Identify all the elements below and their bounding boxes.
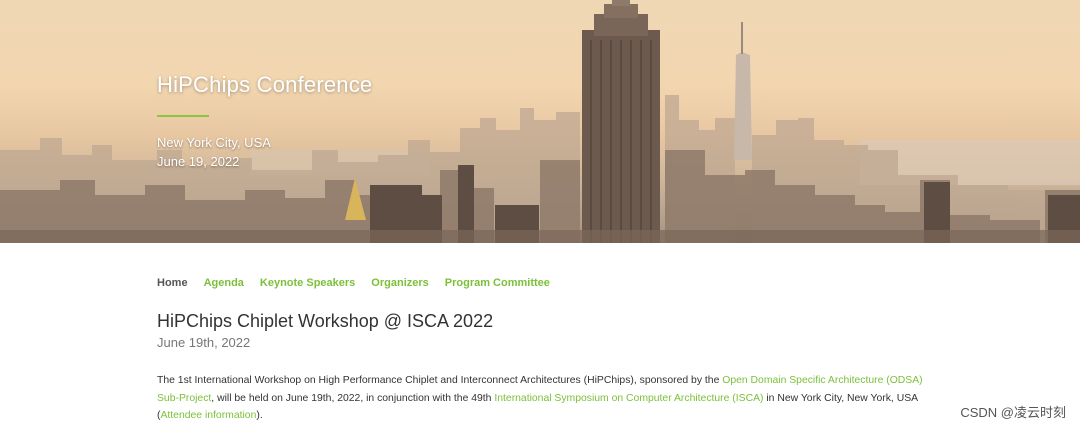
page-title: HiPChips Chiplet Workshop @ ISCA 2022 <box>157 311 494 331</box>
nav-item-keynote-speakers[interactable]: Keynote Speakers <box>260 277 355 289</box>
conference-location: New York City, USA <box>157 135 271 150</box>
intro-text-2: , will be held on June 19th, 2022, in co… <box>211 392 495 404</box>
nav-item-program-committee[interactable]: Program Committee <box>445 277 550 289</box>
city-skyline-image <box>0 0 1080 243</box>
source-watermark: CSDN @凌云时刻 <box>960 405 1066 420</box>
nav-item-agenda[interactable]: Agenda <box>204 277 244 289</box>
conference-date: June 19, 2022 <box>157 154 240 169</box>
nav-item-home[interactable]: Home <box>157 277 188 289</box>
intro-text-4: ). <box>256 410 263 421</box>
conference-title: HiPChips Conference <box>157 72 373 97</box>
isca-link[interactable]: International Symposium on Computer Arch… <box>494 393 763 404</box>
main-nav: Home Agenda Keynote Speakers Organizers … <box>157 277 566 289</box>
attendee-information-link[interactable]: Attendee information <box>160 410 256 421</box>
intro-text-1: The 1st International Workshop on High P… <box>157 375 723 386</box>
page-date: June 19th, 2022 <box>157 335 251 350</box>
title-underline <box>157 115 209 117</box>
nav-item-organizers[interactable]: Organizers <box>371 277 428 289</box>
intro-paragraph: The 1st International Workshop on High P… <box>157 372 927 425</box>
hero-banner: HiPChips Conference New York City, USA J… <box>0 0 1080 243</box>
